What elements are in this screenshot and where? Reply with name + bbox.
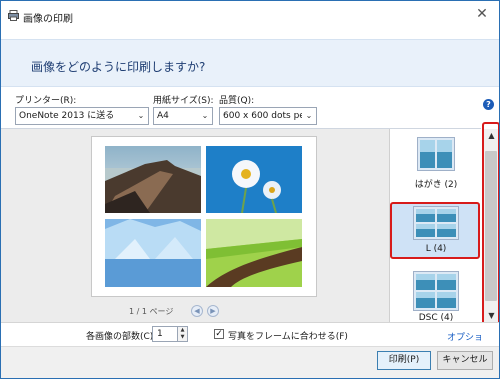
layout-label: L (4) [425, 244, 447, 254]
quality-select[interactable]: 600 x 600 dots per ir ⌄ [219, 107, 317, 125]
paper-size-value: A4 [157, 111, 169, 121]
print-pictures-dialog: 画像の印刷 ✕ 画像をどのように印刷しますか? プリンター(R): 用紙サイズ(… [0, 0, 500, 379]
layout-thumbnail [413, 206, 459, 240]
quality-label: 品質(Q): [219, 96, 255, 106]
preview-page [91, 136, 317, 297]
help-icon[interactable]: ? [483, 99, 494, 110]
title-bar: 画像の印刷 ✕ [1, 1, 499, 39]
paper-size-select[interactable]: A4 ⌄ [153, 107, 213, 125]
printer-label: プリンター(R): [15, 96, 77, 106]
preview-photo-daisies [206, 146, 302, 213]
header-band: 画像をどのように印刷しますか? [1, 39, 499, 87]
printer-select[interactable]: OneNote 2013 に送る ⌄ [15, 107, 149, 125]
copies-input[interactable]: 1 [152, 326, 178, 342]
chevron-down-icon: ⌄ [134, 108, 148, 124]
print-button[interactable]: 印刷(P) [377, 351, 431, 370]
preview-photo-seascape [105, 146, 201, 213]
copies-label: 各画像の部数(C): [86, 332, 157, 342]
printer-value: OneNote 2013 に送る [19, 111, 115, 121]
close-button[interactable]: ✕ [471, 5, 493, 23]
chevron-down-icon: ⌄ [198, 108, 212, 124]
preview-photo-hill [206, 219, 302, 287]
printer-icon [8, 10, 19, 21]
copies-spinner[interactable]: ▲ ▼ [178, 326, 188, 342]
paper-size-label: 用紙サイズ(S): [153, 96, 214, 106]
fit-to-frame-label[interactable]: 写真をフレームに合わせる(F) [228, 329, 348, 342]
page-indicator: 1 / 1 ページ [129, 307, 174, 316]
layout-thumbnail [413, 271, 459, 311]
layout-label: はがき (2) [414, 180, 458, 190]
scrollbar-highlight-frame [482, 122, 499, 329]
preview-photo-ice [105, 219, 201, 287]
prev-page-button[interactable]: ◀ [191, 305, 203, 317]
dialog-question: 画像をどのように印刷しますか? [31, 60, 206, 74]
cancel-button[interactable]: キャンセル [437, 351, 493, 370]
window-title: 画像の印刷 [23, 14, 73, 25]
layout-thumbnail [417, 137, 455, 171]
next-page-button[interactable]: ▶ [207, 305, 219, 317]
fit-to-frame-checkbox[interactable]: ✓ [214, 329, 224, 339]
chevron-down-icon: ⌄ [302, 108, 316, 124]
